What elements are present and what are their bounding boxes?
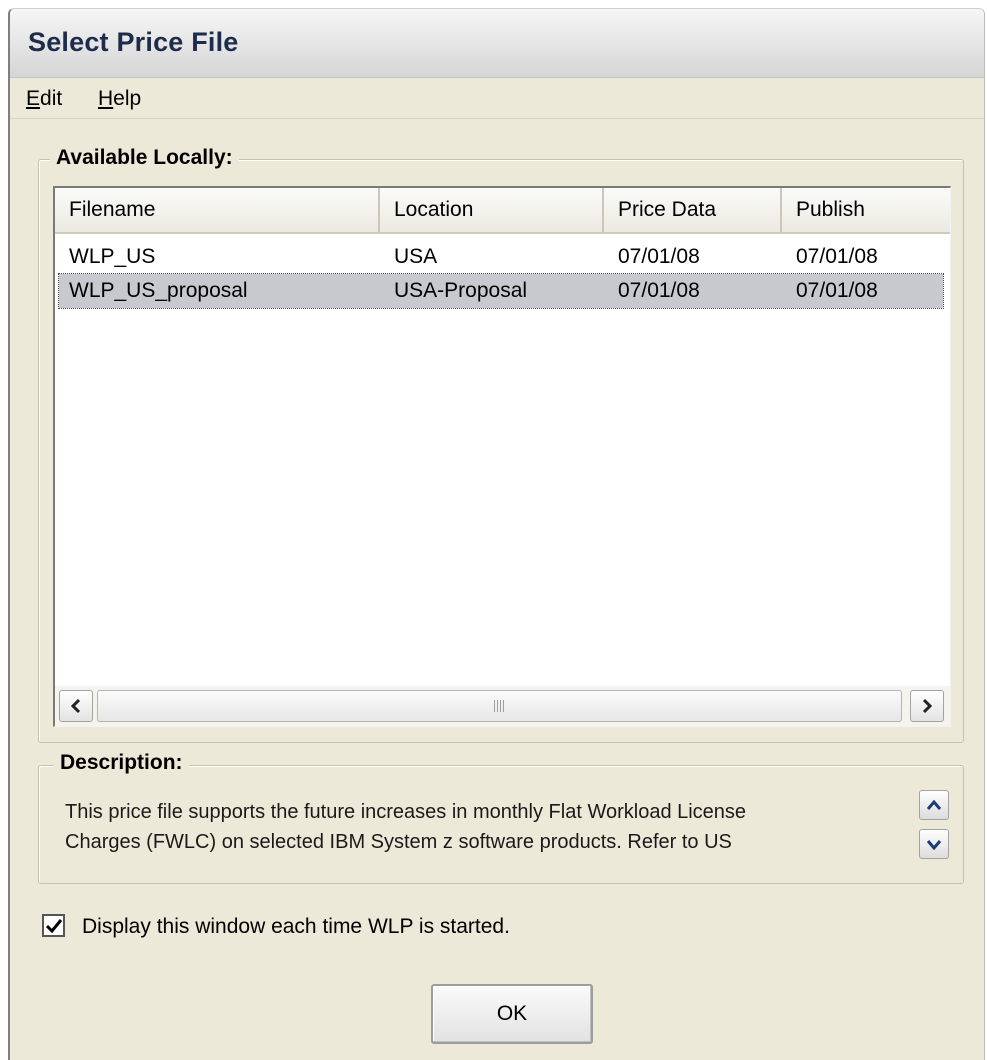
row-filename: WLP_US <box>69 245 156 268</box>
menu-edit-mnemonic: E <box>26 87 41 110</box>
ok-button[interactable]: OK <box>431 984 593 1044</box>
window-title: Select Price File <box>28 27 239 57</box>
menu-help-label: elp <box>113 87 142 110</box>
menu-help-mnemonic: H <box>98 87 114 110</box>
scrollbar-thumb[interactable] <box>97 690 902 722</box>
title-bar[interactable]: Select Price File <box>10 9 984 78</box>
scroll-left-button[interactable] <box>59 690 93 722</box>
row-publish: 07/01/08 <box>796 245 878 268</box>
description-line-2: Charges (FWLC) on selected IBM System z … <box>65 831 732 853</box>
row-filename: WLP_US_proposal <box>69 279 248 302</box>
checkmark-icon <box>45 918 62 933</box>
row-price-data: 07/01/08 <box>618 245 700 268</box>
grip-icon <box>493 700 506 712</box>
available-locally-label: Available Locally: <box>50 146 239 170</box>
description-scroll-up-button[interactable] <box>919 790 949 820</box>
display-on-start-checkbox[interactable] <box>42 914 65 937</box>
row-price-data: 07/01/08 <box>618 279 700 302</box>
description-line-1: This price file supports the future incr… <box>65 801 747 823</box>
chevron-up-icon <box>926 799 942 810</box>
menu-help[interactable]: Help <box>98 87 141 111</box>
table-row-selected[interactable]: WLP_US_proposal USA-Proposal 07/01/08 07… <box>58 273 944 309</box>
display-on-start-label[interactable]: Display this window each time WLP is sta… <box>82 915 510 939</box>
column-location[interactable]: Location <box>380 188 604 232</box>
description-scroll-down-button[interactable] <box>919 829 949 859</box>
description-label: Description: <box>54 751 189 775</box>
list-header: Filename Location Price Data Publish <box>55 188 950 234</box>
chevron-down-icon <box>926 840 942 850</box>
row-location: USA <box>394 245 438 268</box>
select-price-file-dialog: Select Price File Edit Help Available Lo… <box>8 8 985 1060</box>
row-location: USA-Proposal <box>394 279 528 302</box>
table-row[interactable]: WLP_US USA 07/01/08 07/01/08 <box>59 240 943 274</box>
column-publish[interactable]: Publish <box>782 188 950 232</box>
chevron-left-icon <box>70 698 81 714</box>
menu-edit-label: dit <box>40 87 63 110</box>
row-publish: 07/01/08 <box>796 279 878 302</box>
column-filename[interactable]: Filename <box>55 188 380 232</box>
horizontal-scrollbar[interactable] <box>55 686 950 726</box>
menu-bar: Edit Help <box>10 78 984 119</box>
description-text: This price file supports the future incr… <box>65 797 905 857</box>
scroll-right-button[interactable] <box>910 690 944 722</box>
price-file-list[interactable]: Filename Location Price Data Publish WLP… <box>53 186 951 727</box>
menu-edit[interactable]: Edit <box>26 87 62 111</box>
column-price-data[interactable]: Price Data <box>604 188 782 232</box>
chevron-right-icon <box>922 698 933 714</box>
